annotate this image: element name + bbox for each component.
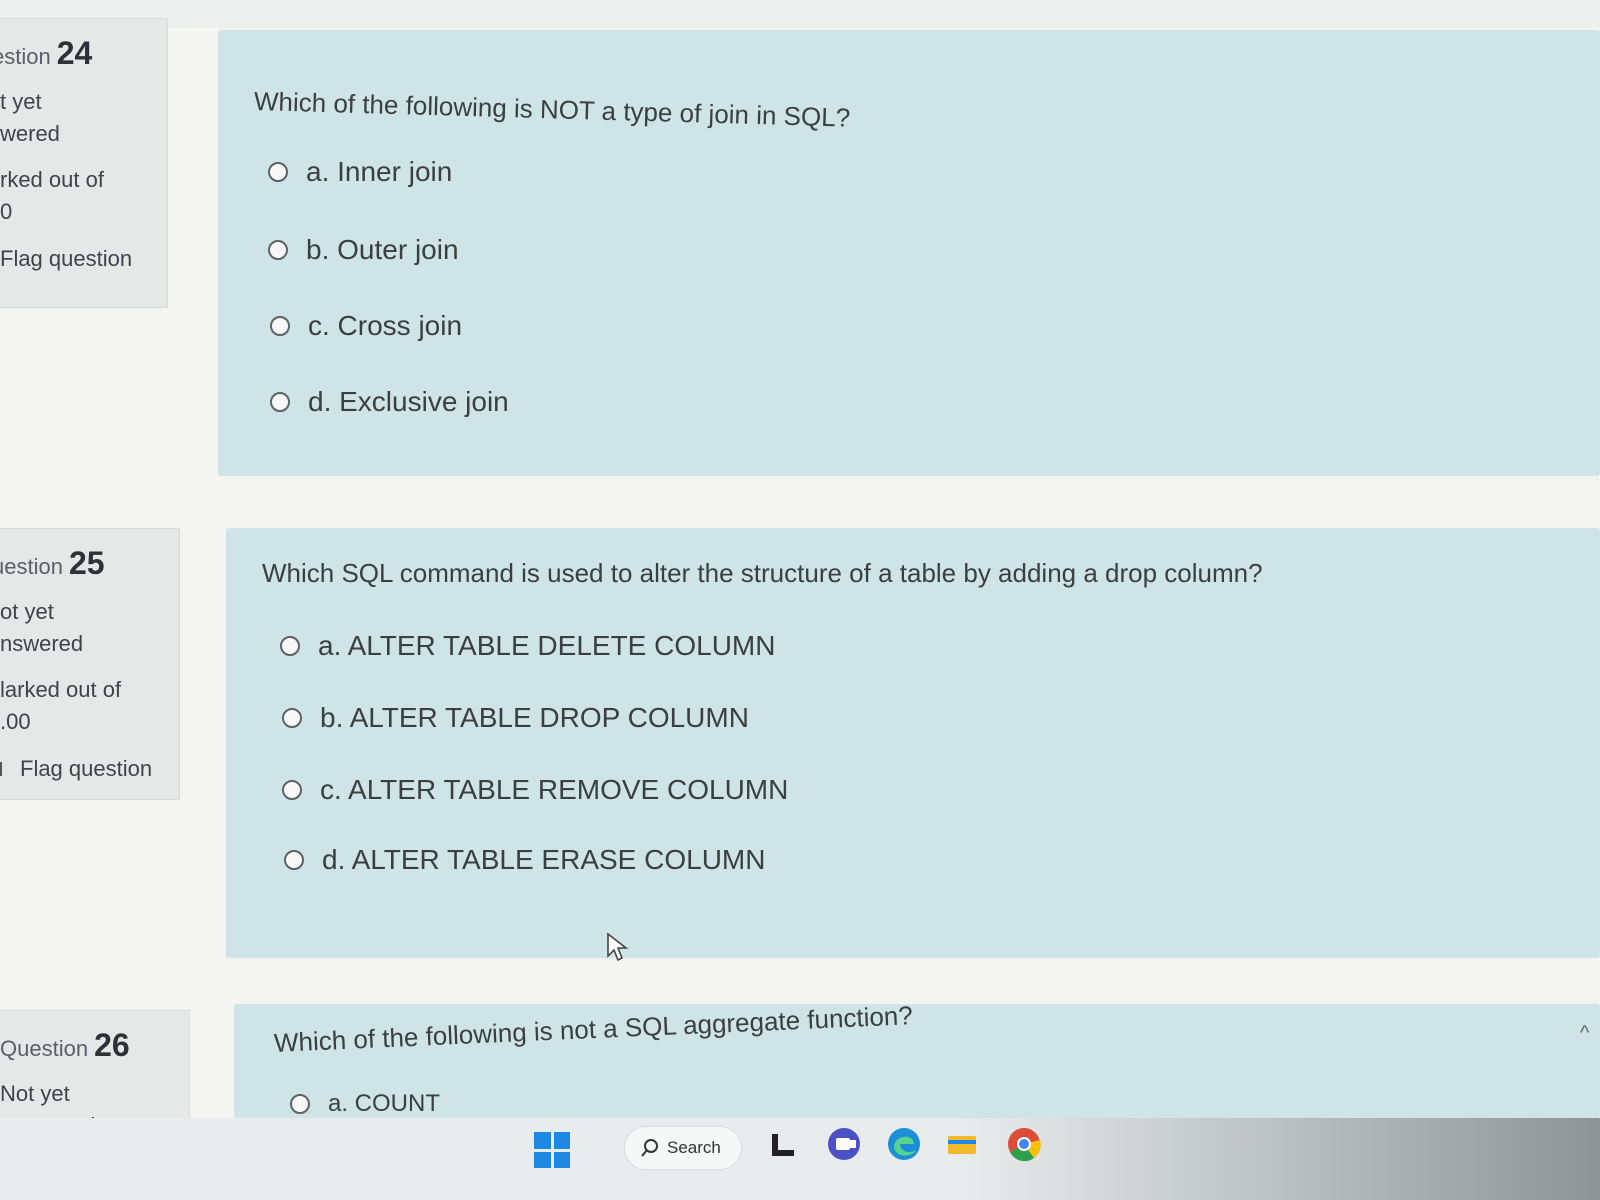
question-text: Which of the following is NOT a type of …: [253, 86, 851, 133]
option-d[interactable]: d. ALTER TABLE ERASE COLUMN: [284, 844, 765, 876]
question-info-25: uestion 25 ot yet nswered larked out of …: [0, 528, 180, 800]
option-a[interactable]: a. Inner join: [268, 156, 452, 188]
chevron-up-icon[interactable]: ^: [1580, 1022, 1589, 1045]
question-status: ot yet nswered: [0, 599, 84, 656]
flag-question-link[interactable]: Flag question: [0, 756, 179, 782]
question-marks: larked out of .00: [0, 677, 122, 734]
option-c[interactable]: c. ALTER TABLE REMOVE COLUMN: [282, 774, 788, 806]
question-number: Question 26: [0, 1027, 130, 1063]
option-a[interactable]: a. ALTER TABLE DELETE COLUMN: [280, 630, 775, 662]
edge-icon[interactable]: [884, 1124, 924, 1164]
radio-button[interactable]: [280, 636, 300, 656]
flag-question-link[interactable]: Flag question: [0, 246, 167, 272]
search-icon: [641, 1139, 658, 1157]
taskbar-search-button[interactable]: Search: [624, 1126, 742, 1170]
option-c[interactable]: c. Cross join: [270, 310, 462, 342]
radio-button[interactable]: [282, 708, 302, 728]
question-number: estion 24: [0, 35, 93, 71]
taskbar: Search: [0, 1118, 1600, 1200]
question-info-24: estion 24 t yet wered rked out of 0 Flag…: [0, 18, 168, 308]
question-text: Which of the following is not a SQL aggr…: [273, 1000, 914, 1058]
file-explorer-icon[interactable]: [764, 1124, 804, 1164]
flag-icon: [0, 762, 12, 776]
radio-button[interactable]: [282, 780, 302, 800]
radio-button[interactable]: [270, 316, 290, 336]
question-box-26: Which of the following is not a SQL aggr…: [234, 1000, 1600, 1118]
radio-button[interactable]: [268, 162, 288, 182]
quiz-page: estion 24 t yet wered rked out of 0 Flag…: [0, 0, 1600, 1200]
mouse-pointer-icon: [607, 932, 629, 962]
question-number: uestion 25: [0, 545, 105, 581]
folder-icon[interactable]: [942, 1124, 982, 1164]
top-band: [0, 0, 1600, 28]
radio-button[interactable]: [290, 1094, 310, 1114]
option-a[interactable]: a. COUNT: [290, 1090, 440, 1118]
windows-start-icon[interactable]: [534, 1132, 570, 1168]
radio-button[interactable]: [268, 240, 288, 260]
option-b[interactable]: b. Outer join: [268, 234, 459, 266]
question-marks: rked out of 0: [0, 167, 104, 224]
question-status: t yet wered: [0, 89, 60, 146]
option-b[interactable]: b. ALTER TABLE DROP COLUMN: [282, 702, 749, 734]
chrome-icon[interactable]: [1004, 1124, 1044, 1164]
option-d[interactable]: d. Exclusive join: [270, 386, 509, 418]
teams-icon[interactable]: [824, 1124, 864, 1164]
question-box-25: Which SQL command is used to alter the s…: [226, 528, 1600, 958]
question-box-24: Which of the following is NOT a type of …: [218, 30, 1600, 476]
question-text: Which SQL command is used to alter the s…: [262, 558, 1263, 588]
radio-button[interactable]: [284, 850, 304, 870]
question-info-26: Question 26 Not yet answered: [0, 1010, 190, 1138]
radio-button[interactable]: [270, 392, 290, 412]
